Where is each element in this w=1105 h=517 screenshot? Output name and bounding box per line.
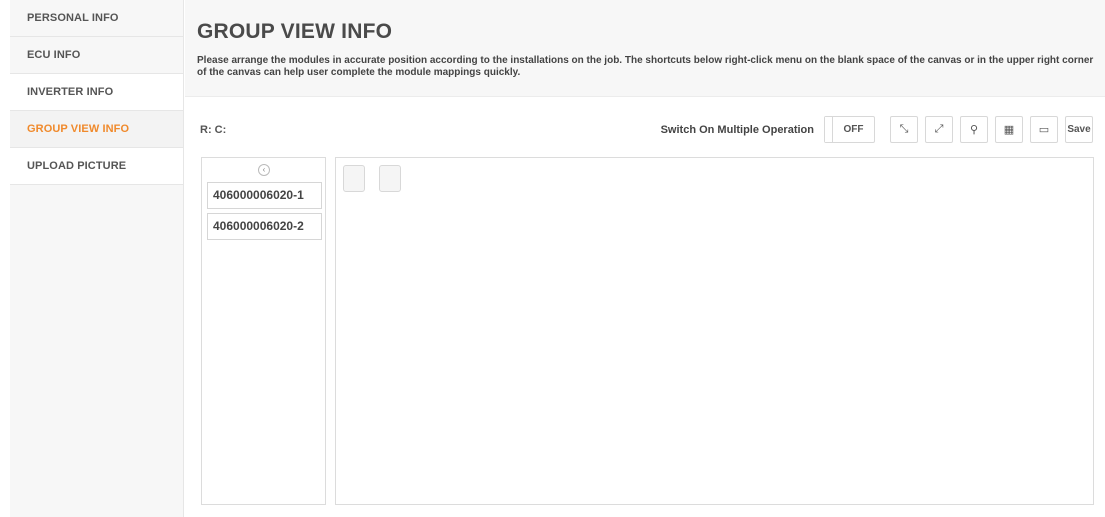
sidebar-item-ecu-info[interactable]: ECU INFO <box>10 37 183 74</box>
panel-icon: ▭ <box>1038 124 1050 136</box>
collapse-panel-icon[interactable]: ‹ <box>258 164 270 176</box>
sidebar-item-upload-picture[interactable]: UPLOAD PICTURE <box>10 148 183 185</box>
module-cell[interactable] <box>343 165 365 192</box>
toggle-state-label: OFF <box>843 124 864 135</box>
module-mapping-canvas[interactable] <box>335 157 1094 505</box>
module-list-panel: ‹ 406000006020-1 406000006020-2 <box>201 157 326 505</box>
grid-icon: ▦ <box>1003 124 1015 136</box>
expand-arrows-icon: ⤢ <box>934 123 944 135</box>
page-description: Please arrange the modules in accurate p… <box>197 55 1094 78</box>
grid-view-button[interactable]: ▦ <box>995 116 1023 143</box>
module-item[interactable]: 406000006020-2 <box>207 213 322 240</box>
compress-arrows-icon: ⤡ <box>899 123 909 135</box>
multiple-operation-label: Switch On Multiple Operation <box>660 123 814 136</box>
module-cell[interactable] <box>379 165 401 192</box>
compress-button[interactable]: ⤡ <box>890 116 918 143</box>
module-item[interactable]: 406000006020-1 <box>207 182 322 209</box>
page-title: GROUP VIEW INFO <box>197 20 393 43</box>
save-button[interactable]: Save <box>1065 116 1093 143</box>
panel-button[interactable]: ▭ <box>1030 116 1058 143</box>
sidebar-item-personal-info[interactable]: PERSONAL INFO <box>10 0 183 37</box>
expand-button[interactable]: ⤢ <box>925 116 953 143</box>
sidebar-nav: PERSONAL INFO ECU INFO INVERTER INFO GRO… <box>10 0 184 517</box>
row-column-readout: R: C: <box>200 124 227 136</box>
search-icon: ⚲ <box>969 124 979 136</box>
search-button[interactable]: ⚲ <box>960 116 988 143</box>
canvas-toolbar: Switch On Multiple Operation OFF ⤡ ⤢ ⚲ ▦… <box>661 116 1093 143</box>
sidebar-item-inverter-info[interactable]: INVERTER INFO <box>10 74 183 111</box>
multiple-operation-toggle[interactable]: OFF <box>824 116 875 143</box>
sidebar-item-group-view-info[interactable]: GROUP VIEW INFO <box>10 111 183 148</box>
page-header: GROUP VIEW INFO Please arrange the modul… <box>185 0 1105 97</box>
toggle-knob <box>825 117 833 142</box>
